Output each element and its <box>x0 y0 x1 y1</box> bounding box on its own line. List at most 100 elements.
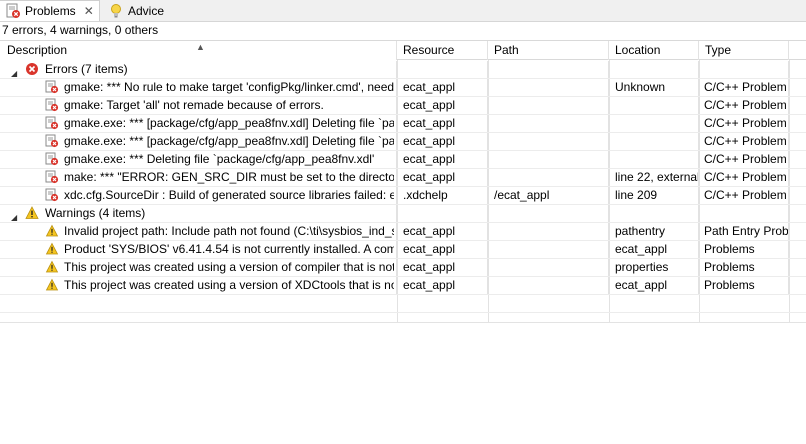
description-text: gmake.exe: *** [package/cfg/app_pea8fnv.… <box>64 116 394 130</box>
error-marker-icon <box>45 152 59 166</box>
description-cell: Invalid project path: Include path not f… <box>0 223 397 240</box>
error-marker-icon <box>45 170 59 184</box>
table-row[interactable]: Product 'SYS/BIOS' v6.41.4.54 is not cur… <box>0 241 806 259</box>
column-header-resource-label: Resource <box>403 43 455 57</box>
group-row-errors[interactable]: ◢ Errors (7 items) <box>0 61 806 79</box>
close-icon[interactable]: ✕ <box>84 4 94 18</box>
group-description-cell: ◢ Errors (7 items) <box>0 61 397 78</box>
table-row[interactable]: make: *** "ERROR: GEN_SRC_DIR must be se… <box>0 169 806 187</box>
resource-cell: .xdchelp <box>397 187 488 204</box>
location-cell: properties <box>609 259 699 276</box>
location-cell <box>609 115 699 132</box>
resource-cell: ecat_appl <box>397 241 488 258</box>
type-cell: Problems <box>699 277 789 294</box>
location-cell: pathentry <box>609 223 699 240</box>
warning-icon <box>45 260 59 273</box>
error-marker-icon <box>45 134 59 148</box>
location-cell <box>609 97 699 114</box>
problems-icon <box>5 3 21 19</box>
type-cell: C/C++ Problem <box>699 97 789 114</box>
description-text: Product 'SYS/BIOS' v6.41.4.54 is not cur… <box>64 242 394 256</box>
problems-rows: ◢ Errors (7 items) gmake: *** No rule to m… <box>0 61 806 313</box>
warning-icon <box>45 224 59 237</box>
description-text: gmake.exe: *** Deleting file `package/cf… <box>64 152 375 166</box>
path-cell <box>488 241 609 258</box>
expand-triangle-icon[interactable]: ◢ <box>11 65 17 78</box>
column-header-location[interactable]: Location <box>609 41 699 60</box>
table-row[interactable]: gmake.exe: *** [package/cfg/app_pea8fnv.… <box>0 115 806 133</box>
tab-problems[interactable]: Problems ✕ <box>0 0 100 21</box>
resource-cell: ecat_appl <box>397 169 488 186</box>
view-tab-bar: Problems ✕ Advice <box>0 0 806 22</box>
table-row[interactable]: gmake.exe: *** [package/cfg/app_pea8fnv.… <box>0 133 806 151</box>
problems-summary: 7 errors, 4 warnings, 0 others <box>2 23 159 37</box>
type-cell: C/C++ Problem <box>699 169 789 186</box>
path-cell <box>488 151 609 168</box>
type-cell: C/C++ Problem <box>699 151 789 168</box>
resource-cell: ecat_appl <box>397 223 488 240</box>
path-cell <box>488 277 609 294</box>
empty-row <box>0 295 806 313</box>
row-icon-wrapper <box>45 242 59 256</box>
resource-cell: ecat_appl <box>397 115 488 132</box>
warning-icon <box>45 242 59 255</box>
path-cell <box>488 223 609 240</box>
row-icon-wrapper <box>45 170 59 184</box>
table-row[interactable]: gmake: Target 'all' not remade because o… <box>0 97 806 115</box>
location-cell <box>609 133 699 150</box>
table-row[interactable]: Invalid project path: Include path not f… <box>0 223 806 241</box>
location-cell <box>609 151 699 168</box>
location-cell: line 22, external location <box>609 169 699 186</box>
table-row[interactable]: This project was created using a version… <box>0 259 806 277</box>
location-cell <box>609 61 699 78</box>
row-icon-wrapper <box>45 134 59 148</box>
table-header: Description ▲ Resource Path Location Typ… <box>0 40 806 60</box>
column-header-location-label: Location <box>615 43 661 57</box>
type-cell: C/C++ Problem <box>699 79 789 96</box>
column-header-description[interactable]: Description ▲ <box>0 41 397 60</box>
path-cell <box>488 205 609 222</box>
location-cell: ecat_appl <box>609 277 699 294</box>
resource-cell: ecat_appl <box>397 151 488 168</box>
type-cell: Problems <box>699 241 789 258</box>
path-cell <box>488 169 609 186</box>
table-row[interactable]: gmake.exe: *** Deleting file `package/cf… <box>0 151 806 169</box>
description-text: Invalid project path: Include path not f… <box>64 224 394 238</box>
location-cell: Unknown <box>609 79 699 96</box>
resource-cell: ecat_appl <box>397 277 488 294</box>
tab-advice[interactable]: Advice <box>103 0 193 21</box>
table-row[interactable]: xdc.cfg.SourceDir : Build of generated s… <box>0 187 806 205</box>
error-marker-icon <box>45 116 59 130</box>
column-header-path-label: Path <box>494 43 519 57</box>
row-icon-wrapper <box>45 80 59 94</box>
row-icon-wrapper <box>45 98 59 112</box>
location-cell: line 209 <box>609 187 699 204</box>
location-cell: ecat_appl <box>609 241 699 258</box>
description-text: make: *** "ERROR: GEN_SRC_DIR must be se… <box>64 170 394 184</box>
warning-icon-wrapper <box>25 206 39 220</box>
group-row-warnings[interactable]: ◢ Warnings (4 items) <box>0 205 806 223</box>
path-cell: /ecat_appl <box>488 187 609 204</box>
warning-icon <box>25 206 39 219</box>
error-marker-icon <box>45 80 59 94</box>
description-cell: gmake.exe: *** [package/cfg/app_pea8fnv.… <box>0 133 397 150</box>
type-cell: C/C++ Problem <box>699 133 789 150</box>
path-cell <box>488 61 609 78</box>
type-cell: C/C++ Problem <box>699 187 789 204</box>
description-text: This project was created using a version… <box>64 260 394 274</box>
column-header-path[interactable]: Path <box>488 41 609 60</box>
column-header-resource[interactable]: Resource <box>397 41 488 60</box>
table-row[interactable]: This project was created using a version… <box>0 277 806 295</box>
sort-ascending-icon: ▲ <box>196 42 205 52</box>
description-cell: gmake.exe: *** [package/cfg/app_pea8fnv.… <box>0 115 397 132</box>
description-cell: gmake: *** No rule to make target 'confi… <box>0 79 397 96</box>
path-cell <box>488 97 609 114</box>
column-header-type[interactable]: Type <box>699 41 789 60</box>
expand-triangle-icon[interactable]: ◢ <box>11 209 17 222</box>
type-cell <box>699 61 789 78</box>
path-cell <box>488 259 609 276</box>
type-cell <box>699 205 789 222</box>
path-cell <box>488 133 609 150</box>
error-marker-icon <box>45 188 59 202</box>
table-row[interactable]: gmake: *** No rule to make target 'confi… <box>0 79 806 97</box>
